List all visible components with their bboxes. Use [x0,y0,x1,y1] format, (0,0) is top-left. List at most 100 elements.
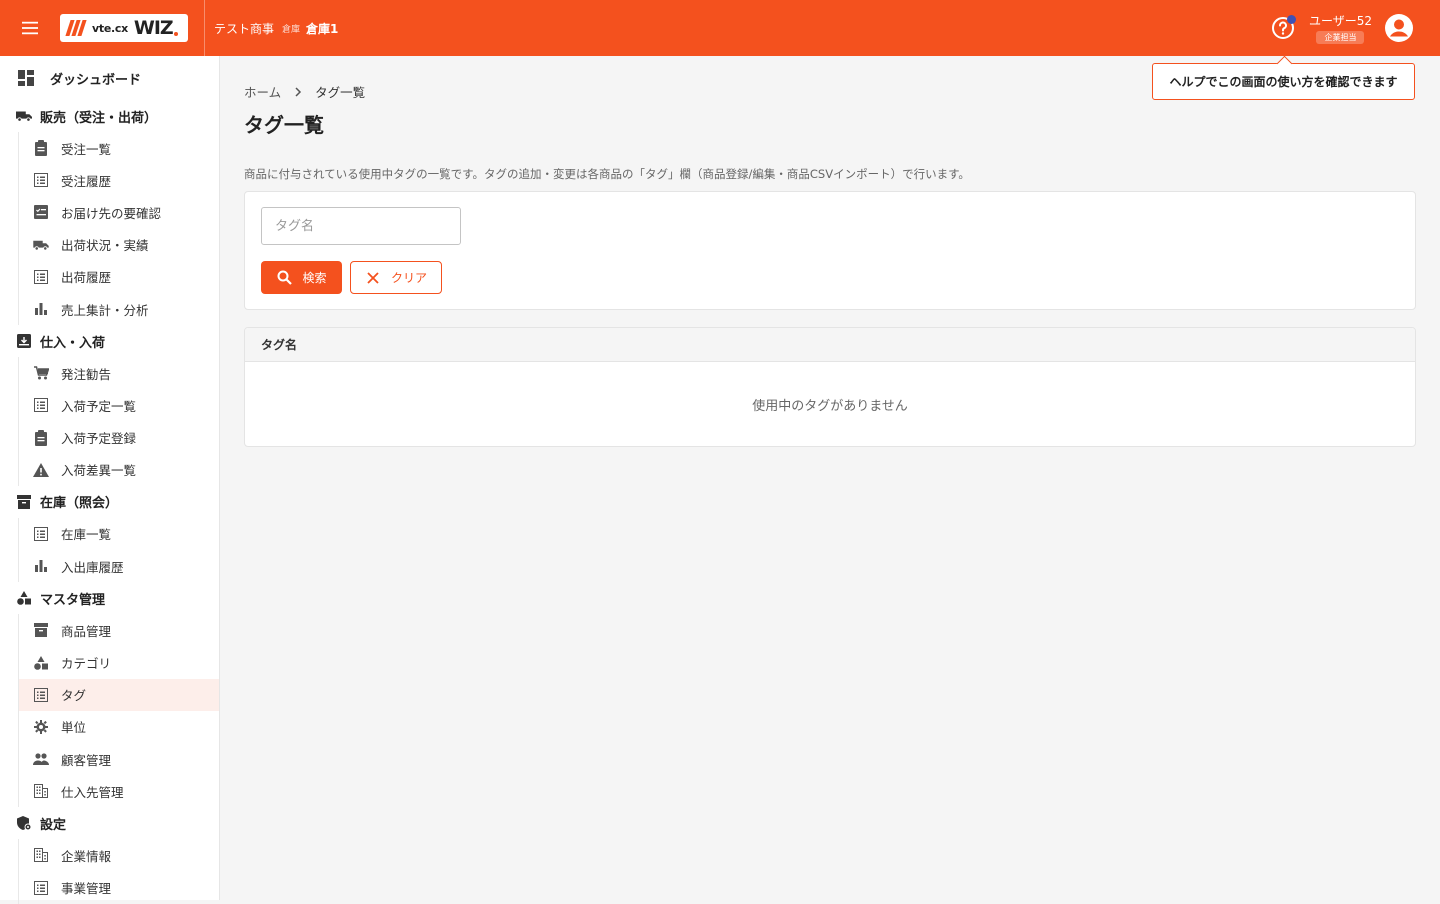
column-header-tag-name[interactable]: タグ名 [261,336,297,353]
list-icon [33,526,49,542]
sidebar-item-label: カテゴリ [61,656,112,672]
sidebar-item-label: 事業管理 [61,881,112,897]
sidebar-item-label: お届け先の要確認 [61,205,162,221]
sidebar-item-suppliers[interactable]: 仕入先管理 [18,775,219,808]
sidebar-item-stock-list[interactable]: 在庫一覧 [18,517,219,551]
user-info[interactable]: ユーザー52 企業担当 [1309,12,1372,44]
sidebar-item-arrival-list[interactable]: 入荷予定一覧 [18,389,219,422]
sidebar-section-label: マスタ管理 [40,592,106,608]
sidebar-item-label: 受注履歴 [61,173,112,189]
sidebar-section-purchasing[interactable]: 仕入・入荷 [0,325,219,357]
gear-icon [33,719,49,735]
sidebar-section-label: 販売（受注・出荷） [40,110,158,126]
clipboard-icon [33,429,49,446]
inbox-icon [16,333,32,349]
header-divider [204,0,205,56]
sidebar-item-shipping-history[interactable]: 出荷履歴 [18,260,219,293]
sidebar-item-units[interactable]: 単位 [18,710,219,743]
building-icon [33,783,49,799]
sidebar-item-order-history[interactable]: 受注履歴 [18,164,219,197]
archive-icon [33,622,49,638]
user-role-badge: 企業担当 [1316,31,1365,44]
search-button-label: 検索 [302,271,327,285]
empty-state: 使用中のタグがありません [245,362,1415,446]
page-title: タグ一覧 [244,113,324,137]
sidebar-item-customers[interactable]: 顧客管理 [18,743,219,776]
sidebar-item-stock-history[interactable]: 入出庫履歴 [18,550,219,583]
notification-dot [1286,15,1296,24]
tag-name-input[interactable] [261,207,461,245]
warning-icon [33,462,49,478]
main-content: ホーム タグ一覧 タグ一覧 商品に付与されている使用中タグの一覧です。タグの追加… [244,56,1416,447]
help-button[interactable] [1267,12,1299,44]
sidebar-section-master[interactable]: マスタ管理 [0,582,219,614]
sidebar-item-label: 単位 [61,720,87,736]
sidebar-item-sales-analysis[interactable]: 売上集計・分析 [18,292,219,326]
truck-icon [33,237,49,253]
sidebar-item-label: 出荷状況・実績 [61,238,149,254]
app-logo[interactable]: vte.cx WIZ [60,14,188,42]
sidebar-item-label: 企業情報 [61,848,112,864]
user-name: ユーザー52 [1308,14,1372,28]
sidebar-item-label: 受注一覧 [61,141,112,157]
checklist-icon [33,204,49,220]
app-header: vte.cx WIZ テスト商事 倉庫 倉庫1 ユーザー52 企業担当 [0,0,1440,56]
account-circle-icon [1385,14,1413,42]
shapes-icon [33,655,49,671]
sidebar-item-dashboard[interactable]: ダッシュボード [0,56,219,100]
list-icon [33,172,49,188]
logo-dot [173,32,178,36]
sidebar-item-label: 入荷予定一覧 [61,398,137,414]
sidebar-item-label: 在庫一覧 [61,527,112,543]
sidebar-item-label: 仕入先管理 [61,784,124,800]
search-button[interactable]: 検索 [261,261,342,294]
breadcrumb-home[interactable]: ホーム [244,82,281,101]
sidebar-item-arrival-register[interactable]: 入荷予定登録 [18,421,219,454]
clear-button-label: クリア [390,271,427,285]
sidebar-item-label: 売上集計・分析 [61,302,149,318]
sidebar-item-label: タグ [61,688,87,704]
sidebar-item-label: 入出庫履歴 [61,559,124,575]
dashboard-icon [18,70,34,86]
sidebar-item-products[interactable]: 商品管理 [18,614,219,647]
list-icon [33,269,49,285]
sidebar-item-tags[interactable]: タグ [18,678,219,711]
sidebar-section-settings[interactable]: 設定 [0,807,219,839]
sidebar: ダッシュボード 販売（受注・出荷） 受注一覧 受注履歴 お届け先の要確認 出荷状… [0,56,220,904]
bar-chart-icon [33,558,49,574]
sidebar-item-label: 発注勧告 [61,366,112,382]
sidebar-item-label: 出荷履歴 [61,270,112,286]
sidebar-section-sales[interactable]: 販売（受注・出荷） [0,100,219,132]
warehouse-label: 倉庫 [282,24,301,35]
shield-gear-icon [16,815,32,831]
clipboard-icon [33,140,49,157]
sidebar-section-inventory[interactable]: 在庫（照会） [0,486,219,518]
people-icon [33,751,49,767]
menu-button[interactable] [0,0,60,56]
sidebar-item-label: ダッシュボード [50,72,142,88]
company-name[interactable]: テスト商事 [214,20,274,37]
list-icon [33,397,49,413]
sidebar-item-business-management[interactable]: 事業管理 [18,871,219,904]
sidebar-section-label: 在庫（照会） [40,496,119,512]
sidebar-item-categories[interactable]: カテゴリ [18,646,219,679]
sidebar-item-shipping-status[interactable]: 出荷状況・実績 [18,228,219,261]
list-icon [33,687,49,703]
logo-mark-icon [65,19,87,37]
sidebar-item-delivery-check[interactable]: お届け先の要確認 [18,196,219,229]
building-icon [33,847,49,863]
warehouse-name[interactable]: 倉庫1 [306,20,338,37]
clear-button[interactable]: クリア [350,261,442,294]
sidebar-item-company-info[interactable]: 企業情報 [18,839,219,872]
hamburger-icon [22,20,38,36]
bar-chart-icon [33,301,49,317]
sidebar-item-order-suggestion[interactable]: 発注勧告 [18,357,219,390]
sidebar-item-label: 入荷差異一覧 [61,463,137,479]
account-avatar[interactable] [1384,13,1414,43]
sidebar-section-label: 仕入・入荷 [40,335,106,351]
sidebar-item-arrival-diff[interactable]: 入荷差異一覧 [18,453,219,486]
logo-text-big: WIZ [133,17,174,39]
logo-text-small: vte.cx [92,21,128,35]
sidebar-item-label: 商品管理 [61,623,112,639]
sidebar-item-orders[interactable]: 受注一覧 [18,132,219,165]
